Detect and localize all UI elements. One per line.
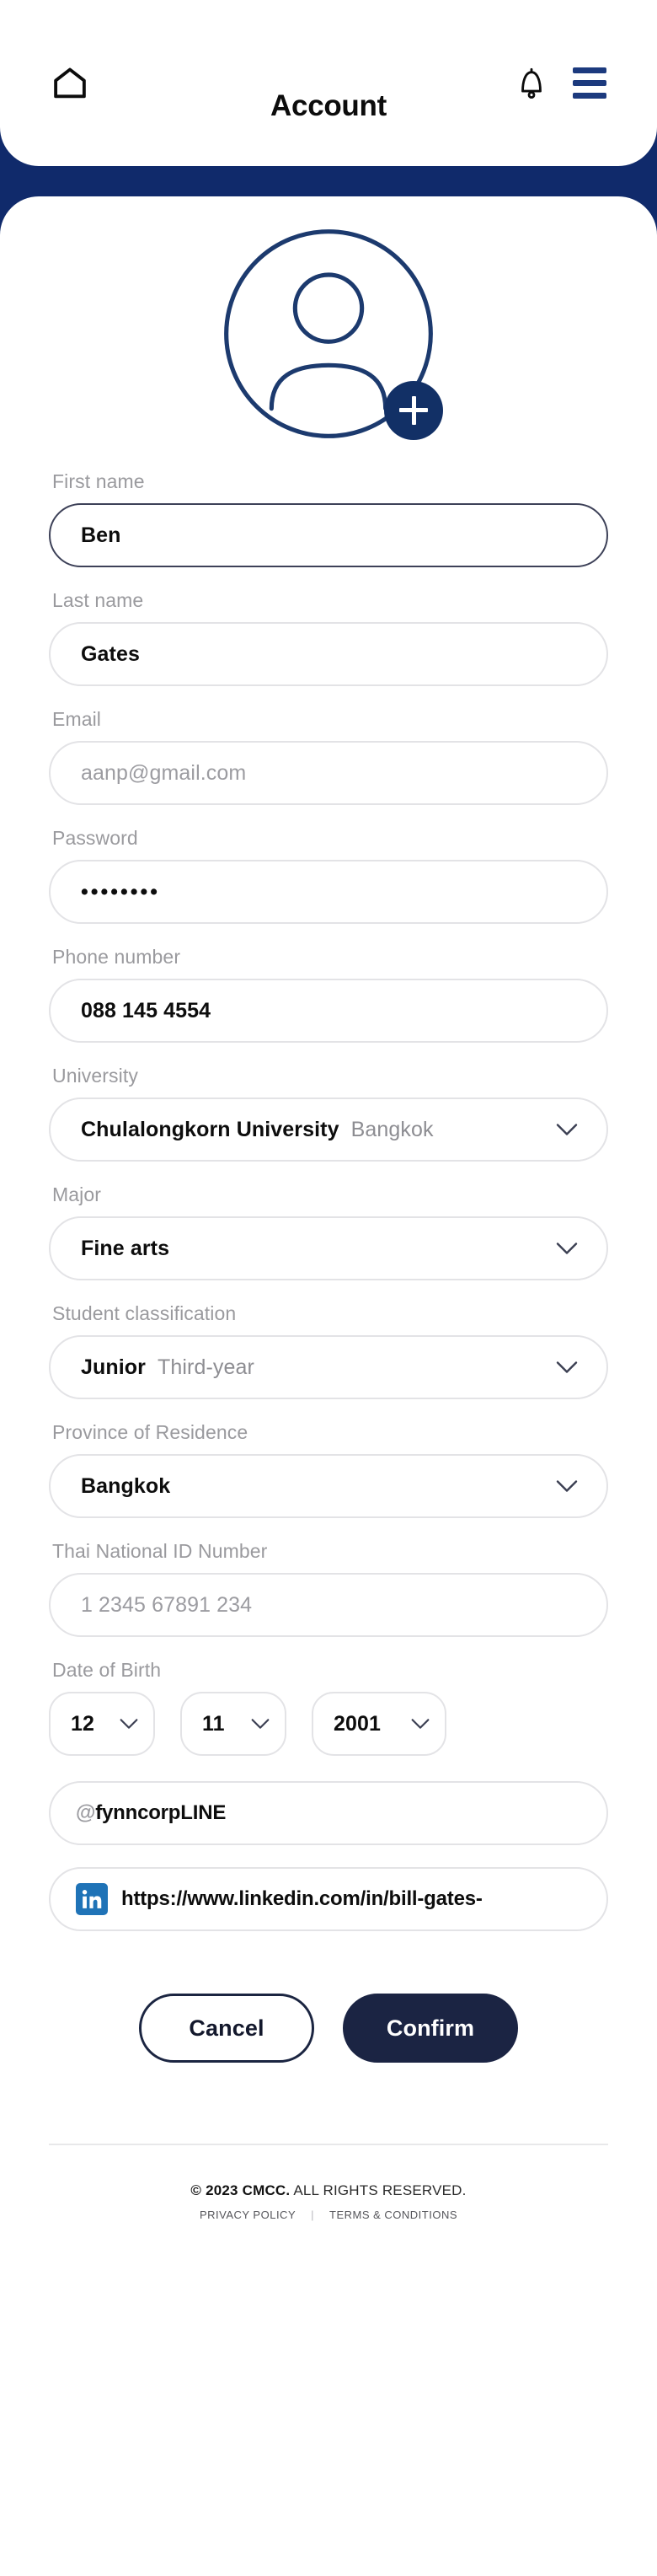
dob-day-value: 12 [71, 1711, 95, 1736]
avatar[interactable] [211, 216, 446, 452]
hamburger-line [573, 80, 606, 86]
bell-icon[interactable] [517, 66, 546, 101]
navy-divider-band [0, 166, 657, 196]
last-name-value: Gates [81, 641, 140, 666]
line-id-handle: fynncorpLINE [95, 1801, 227, 1824]
last-name-label: Last name [52, 589, 144, 611]
chevron-down-icon [556, 1242, 578, 1254]
dob-month-value: 11 [202, 1711, 225, 1736]
thai-national-id-label: Thai National ID Number [52, 1540, 268, 1562]
phone-number-label: Phone number [52, 946, 181, 968]
student-classification-select[interactable]: Junior Third-year [49, 1335, 608, 1399]
confirm-button[interactable]: Confirm [343, 1994, 518, 2063]
line-id-value: @fynncorpLINE [76, 1801, 226, 1825]
linkedin-url-input[interactable]: https://www.linkedin.com/in/bill-gates- [49, 1867, 608, 1931]
email-placeholder: aanp@gmail.com [81, 760, 247, 785]
student-classification-label: Student classification [52, 1302, 237, 1324]
last-name-input[interactable]: Gates [49, 622, 608, 686]
hamburger-line [573, 67, 606, 73]
footer-link-terms-conditions[interactable]: TERMS & CONDITIONS [329, 2208, 457, 2221]
field-major: Major Fine arts [49, 1183, 608, 1280]
field-first-name: First name Ben [49, 470, 608, 567]
field-phone-number: Phone number 088 145 4554 [49, 946, 608, 1043]
chevron-down-icon [120, 1719, 138, 1729]
field-password: Password •••••••• [49, 827, 608, 924]
form-actions: Cancel Confirm [49, 1994, 608, 2063]
thai-national-id-placeholder: 1 2345 67891 234 [81, 1592, 253, 1617]
province-select[interactable]: Bangkok [49, 1454, 608, 1518]
chevron-down-icon [251, 1719, 270, 1729]
first-name-input[interactable]: Ben [49, 503, 608, 567]
hamburger-menu-icon[interactable] [573, 67, 606, 99]
chevron-down-icon [411, 1719, 430, 1729]
thai-national-id-input[interactable]: 1 2345 67891 234 [49, 1573, 608, 1637]
field-university: University Chulalongkorn University Bang… [49, 1065, 608, 1162]
province-value: Bangkok [81, 1473, 171, 1498]
home-icon[interactable] [51, 64, 89, 103]
university-select[interactable]: Chulalongkorn University Bangkok [49, 1097, 608, 1162]
first-name-label: First name [52, 470, 145, 492]
field-province-of-residence: Province of Residence Bangkok [49, 1421, 608, 1518]
first-name-value: Ben [81, 523, 121, 547]
email-label: Email [52, 708, 102, 730]
date-of-birth-label: Date of Birth [52, 1659, 162, 1681]
field-date-of-birth: Date of Birth 12 11 2001 [49, 1659, 608, 1756]
hamburger-line [573, 93, 606, 99]
dob-year-value: 2001 [334, 1711, 382, 1736]
phone-number-input[interactable]: 088 145 4554 [49, 979, 608, 1043]
password-value: •••••••• [81, 879, 161, 904]
avatar-section [49, 196, 608, 470]
header-right-group [517, 66, 606, 101]
field-thai-national-id: Thai National ID Number 1 2345 67891 234 [49, 1540, 608, 1637]
linkedin-icon [76, 1883, 108, 1915]
footer-copyright-line: © 2023 CMCC. ALL RIGHTS RESERVED. [49, 2182, 608, 2199]
province-label: Province of Residence [52, 1421, 248, 1443]
major-select[interactable]: Fine arts [49, 1216, 608, 1280]
footer-links: PRIVACY POLICY | TERMS & CONDITIONS [49, 2208, 608, 2221]
footer-rights: ALL RIGHTS RESERVED. [293, 2182, 467, 2198]
email-input[interactable]: aanp@gmail.com [49, 741, 608, 805]
dob-month-select[interactable]: 11 [180, 1692, 286, 1756]
cancel-button[interactable]: Cancel [139, 1994, 314, 2063]
dob-year-select[interactable]: 2001 [312, 1692, 446, 1756]
phone-number-value: 088 145 4554 [81, 998, 211, 1022]
field-linkedin-url: https://www.linkedin.com/in/bill-gates- [49, 1867, 608, 1931]
chevron-down-icon [556, 1361, 578, 1373]
line-id-input[interactable]: @fynncorpLINE [49, 1781, 608, 1845]
field-student-classification: Student classification Junior Third-year [49, 1302, 608, 1399]
field-email: Email aanp@gmail.com [49, 708, 608, 805]
field-last-name: Last name Gates [49, 589, 608, 686]
major-label: Major [52, 1183, 102, 1205]
linkedin-url-value: https://www.linkedin.com/in/bill-gates- [121, 1887, 483, 1910]
footer-copyright: © 2023 CMCC. [190, 2182, 291, 2198]
student-classification-value: Junior [81, 1355, 146, 1379]
header-left-group [51, 64, 89, 103]
footer-link-separator: | [311, 2208, 315, 2221]
university-campus: Bangkok [350, 1117, 434, 1141]
chevron-down-icon [556, 1124, 578, 1135]
at-symbol: @ [76, 1801, 96, 1824]
footer-divider [49, 2144, 608, 2145]
password-input[interactable]: •••••••• [49, 860, 608, 924]
university-value: Chulalongkorn University [81, 1117, 339, 1141]
university-label: University [52, 1065, 138, 1087]
student-classification-detail: Third-year [158, 1355, 254, 1379]
app-screen: Account First name Ben Last name Gates E… [0, 0, 657, 2576]
chevron-down-icon [556, 1480, 578, 1492]
footer-link-privacy-policy[interactable]: PRIVACY POLICY [200, 2208, 296, 2221]
footer: © 2023 CMCC. ALL RIGHTS RESERVED. PRIVAC… [49, 2182, 608, 2221]
app-header: Account [0, 0, 657, 166]
plus-icon[interactable] [384, 380, 443, 440]
password-label: Password [52, 827, 138, 849]
date-of-birth-row: 12 11 2001 [49, 1692, 608, 1756]
major-value: Fine arts [81, 1236, 170, 1260]
dob-day-select[interactable]: 12 [49, 1692, 155, 1756]
field-line-id: @fynncorpLINE [49, 1781, 608, 1845]
account-form-card: First name Ben Last name Gates Email aan… [0, 196, 657, 2576]
